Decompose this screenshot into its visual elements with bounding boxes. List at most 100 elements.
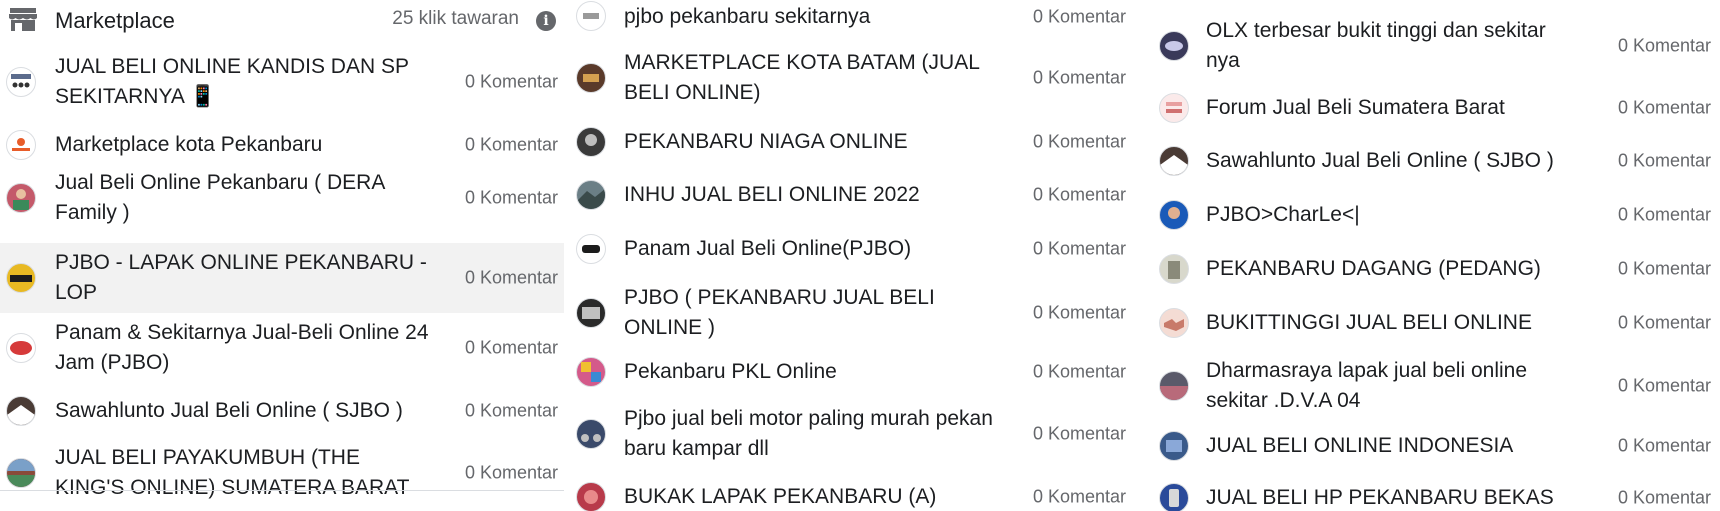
- group-row[interactable]: INHU JUAL BELI ONLINE 2022 0 Komentar: [570, 176, 1134, 214]
- group-logo-icon: [11, 74, 31, 88]
- group-logo-icon: [582, 307, 600, 319]
- group-row[interactable]: Panam & Sekitarnya Jual-Beli Online 24 J…: [0, 314, 564, 382]
- group-row[interactable]: MARKETPLACE KOTA BATAM (JUAL BELI ONLINE…: [570, 44, 1134, 112]
- group-logo-icon: [10, 275, 32, 282]
- group-avatar: [576, 127, 606, 157]
- group-photo-icon: [1165, 41, 1183, 51]
- group-name: JUAL BELI ONLINE KANDIS DAN SP SEKITARNY…: [55, 55, 409, 108]
- group-avatar: [1159, 146, 1189, 176]
- group-name: JUAL BELI ONLINE INDONESIA: [1206, 434, 1514, 457]
- group-avatar: [6, 458, 36, 488]
- group-photo-icon: [13, 189, 29, 210]
- comment-count: 0 Komentar: [1617, 312, 1711, 333]
- comment-count: 0 Komentar: [1032, 302, 1126, 323]
- comment-count: 0 Komentar: [1617, 150, 1711, 171]
- group-row[interactable]: JUAL BELI PAYAKUMBUH (THE KING'S ONLINE)…: [0, 440, 564, 506]
- group-photo-icon: [584, 490, 598, 504]
- group-photo-icon: [1169, 489, 1179, 507]
- group-photo-icon: [583, 74, 599, 82]
- group-name: Marketplace kota Pekanbaru: [55, 133, 323, 156]
- group-name: Forum Jual Beli Sumatera Barat: [1206, 96, 1505, 119]
- group-row[interactable]: PEKANBARU NIAGA ONLINE 0 Komentar: [570, 123, 1134, 161]
- group-name: PJBO - LAPAK ONLINE PEKANBARU - LOP: [55, 251, 427, 304]
- group-row[interactable]: PEKANBARU DAGANG (PEDANG) 0 Komentar: [1153, 250, 1720, 288]
- group-avatar: [6, 183, 36, 213]
- group-row[interactable]: Forum Jual Beli Sumatera Barat 0 Komenta…: [1153, 89, 1720, 127]
- group-row[interactable]: PJBO ( PEKANBARU JUAL BELI ONLINE ) 0 Ko…: [570, 279, 1134, 347]
- info-icon[interactable]: i: [536, 11, 556, 31]
- comment-count: 0 Komentar: [1617, 487, 1711, 508]
- comment-count: 0 Komentar: [1617, 204, 1711, 225]
- group-avatar: [576, 357, 606, 387]
- group-name: JUAL BELI PAYAKUMBUH (THE KING'S ONLINE)…: [55, 446, 410, 499]
- group-avatar: [1159, 93, 1189, 123]
- group-logo-icon: [583, 13, 599, 19]
- group-photo-icon: [7, 405, 35, 425]
- marketplace-clicks-count: 25 klik tawaran: [392, 8, 519, 29]
- group-name: Panam Jual Beli Online(PJBO): [624, 237, 912, 260]
- group-avatar: [576, 180, 606, 210]
- group-photo-icon: [7, 459, 35, 487]
- motorcycle-photo-icon: [581, 434, 601, 442]
- group-name: Pekanbaru PKL Online: [624, 360, 837, 383]
- group-name: MARKETPLACE KOTA BATAM (JUAL BELI ONLINE…: [624, 51, 980, 104]
- group-row[interactable]: Pekanbaru PKL Online 0 Komentar: [570, 353, 1134, 391]
- comment-count: 0 Komentar: [1032, 6, 1126, 27]
- group-name: JUAL BELI HP PEKANBARU BEKAS: [1206, 486, 1554, 509]
- group-list-column-3: OLX terbesar bukit tinggi dan sekitar ny…: [1153, 0, 1720, 511]
- group-row[interactable]: BUKITTINGGI JUAL BELI ONLINE 0 Komentar: [1153, 304, 1720, 342]
- comment-count: 0 Komentar: [1617, 435, 1711, 456]
- comment-count: 0 Komentar: [1032, 184, 1126, 205]
- group-avatar: [576, 298, 606, 328]
- group-row[interactable]: JUAL BELI ONLINE INDONESIA 0 Komentar: [1153, 427, 1720, 465]
- group-avatar: [6, 333, 36, 363]
- group-name: pjbo pekanbaru sekitarnya: [624, 5, 871, 28]
- group-row[interactable]: pjbo pekanbaru sekitarnya 0 Komentar: [570, 0, 1134, 34]
- group-name: BUKAK LAPAK PEKANBARU (A): [624, 485, 937, 508]
- comment-count: 0 Komentar: [1032, 423, 1126, 444]
- group-photo-icon: [585, 134, 597, 146]
- group-list-column-2: pjbo pekanbaru sekitarnya 0 Komentar MAR…: [570, 0, 1134, 511]
- group-avatar: [6, 67, 36, 97]
- marketplace-logo-icon: [12, 138, 30, 151]
- group-name: PEKANBARU DAGANG (PEDANG): [1206, 257, 1541, 280]
- group-name: PJBO>CharLe<|: [1206, 203, 1360, 226]
- handshake-icon: [1164, 319, 1184, 331]
- group-row[interactable]: Pjbo jual beli motor paling murah pekan …: [570, 400, 1134, 468]
- group-row[interactable]: Panam Jual Beli Online(PJBO) 0 Komentar: [570, 230, 1134, 268]
- group-row[interactable]: Sawahlunto Jual Beli Online ( SJBO ) 0 K…: [1153, 142, 1720, 180]
- group-row[interactable]: OLX terbesar bukit tinggi dan sekitar ny…: [1153, 12, 1720, 80]
- marketplace-title: Marketplace: [55, 8, 175, 33]
- group-name: Jual Beli Online Pekanbaru ( DERA Family…: [55, 171, 385, 224]
- group-row[interactable]: JUAL BELI HP PEKANBARU BEKAS 0 Komentar: [1153, 478, 1720, 511]
- comment-count: 0 Komentar: [1617, 97, 1711, 118]
- group-row-hovered[interactable]: PJBO - LAPAK ONLINE PEKANBARU - LOP 0 Ko…: [0, 243, 564, 313]
- group-name: Panam & Sekitarnya Jual-Beli Online 24 J…: [55, 321, 429, 374]
- group-avatar: [6, 263, 36, 293]
- comment-count: 0 Komentar: [464, 134, 558, 155]
- comment-count: 0 Komentar: [1032, 238, 1126, 259]
- group-row[interactable]: BUKAK LAPAK PEKANBARU (A) 0 Komentar: [570, 478, 1134, 511]
- group-photo-icon: [577, 189, 605, 209]
- marketplace-store-icon: [9, 8, 37, 31]
- group-name: Pjbo jual beli motor paling murah pekan …: [624, 407, 993, 460]
- comment-count: 0 Komentar: [1617, 375, 1711, 396]
- group-name: INHU JUAL BELI ONLINE 2022: [624, 183, 920, 206]
- marketplace-header-row[interactable]: Marketplace 25 klik tawaran i: [0, 0, 564, 40]
- group-avatar: [1159, 308, 1189, 338]
- comment-count: 0 Komentar: [1617, 258, 1711, 279]
- group-photo-icon: [1166, 440, 1182, 452]
- group-row[interactable]: JUAL BELI ONLINE KANDIS DAN SP SEKITARNY…: [0, 49, 564, 115]
- group-name: OLX terbesar bukit tinggi dan sekitar ny…: [1206, 19, 1546, 72]
- group-row[interactable]: Dharmasraya lapak jual beli online sekit…: [1153, 352, 1720, 420]
- group-photo-icon: [1160, 155, 1188, 175]
- comment-count: 0 Komentar: [464, 337, 558, 358]
- group-row[interactable]: PJBO>CharLe<| 0 Komentar: [1153, 196, 1720, 234]
- group-row[interactable]: Jual Beli Online Pekanbaru ( DERA Family…: [0, 160, 564, 236]
- group-photo-icon: [1160, 386, 1188, 400]
- group-row[interactable]: Marketplace kota Pekanbaru 0 Komentar: [0, 126, 564, 164]
- comment-count: 0 Komentar: [464, 400, 558, 421]
- group-avatar: [1159, 371, 1189, 401]
- group-row[interactable]: Sawahlunto Jual Beli Online ( SJBO ) 0 K…: [0, 392, 564, 430]
- group-avatar: [1159, 431, 1189, 461]
